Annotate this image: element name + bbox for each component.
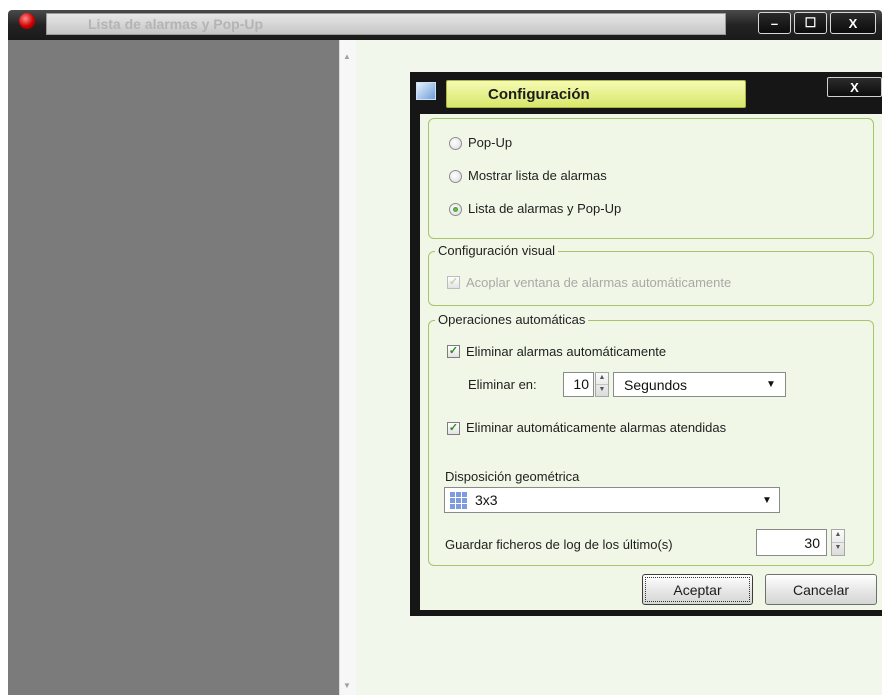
vertical-scrollbar[interactable] — [339, 40, 356, 695]
auto-delete-attended-label[interactable]: Eliminar automáticamente alarmas atendid… — [466, 420, 726, 436]
delete-in-unit-select[interactable]: Segundos — [613, 372, 786, 397]
log-files-value-field[interactable]: 30 — [756, 529, 827, 556]
scroll-down-icon[interactable]: ▼ — [343, 681, 351, 690]
radio-alarm-list-and-popup-label[interactable]: Lista de alarmas y Pop-Up — [468, 201, 621, 217]
window-title: Lista de alarmas y Pop-Up — [88, 16, 264, 32]
radio-alarm-list-and-popup[interactable] — [449, 203, 462, 216]
delete-in-label: Eliminar en: — [468, 377, 537, 392]
layout-select[interactable]: 3x3 — [444, 487, 780, 513]
radio-show-alarm-list-label[interactable]: Mostrar lista de alarmas — [468, 168, 607, 184]
accept-button[interactable]: Aceptar — [642, 574, 753, 605]
grid-icon — [450, 492, 467, 509]
radio-popup[interactable] — [449, 137, 462, 150]
delete-in-unit-value: Segundos — [624, 377, 688, 393]
dialog-title: Configuración — [488, 86, 590, 103]
app-icon[interactable] — [19, 13, 35, 29]
spin-up-icon[interactable]: ▲ — [596, 373, 608, 385]
log-spin-down-icon[interactable]: ▼ — [832, 543, 844, 556]
auto-delete-attended-checkbox[interactable]: ✓ — [447, 422, 460, 435]
delete-in-spinner[interactable]: ▲ ▼ — [595, 372, 609, 397]
minimize-button[interactable]: – — [758, 12, 791, 34]
dialog-icon — [416, 82, 436, 100]
cancel-button[interactable]: Cancelar — [765, 574, 877, 605]
dock-window-label: Acoplar ventana de alarmas automáticamen… — [466, 275, 732, 290]
dialog-close-button[interactable]: X — [827, 77, 882, 97]
close-button[interactable]: X — [830, 12, 876, 34]
chevron-down-icon[interactable]: ▼ — [766, 379, 776, 390]
layout-chevron-down-icon[interactable]: ▼ — [762, 495, 772, 506]
dock-window-checkbox[interactable]: ✓ — [447, 276, 460, 289]
log-files-label: Guardar ficheros de log de los último(s) — [445, 537, 673, 552]
log-files-spinner[interactable]: ▲ ▼ — [831, 529, 845, 556]
radio-popup-label[interactable]: Pop-Up — [468, 135, 512, 151]
spin-down-icon[interactable]: ▼ — [596, 385, 608, 397]
auto-delete-label[interactable]: Eliminar alarmas automáticamente — [466, 344, 666, 360]
left-panel — [8, 40, 339, 695]
visual-config-legend: Configuración visual — [435, 243, 559, 259]
radio-show-alarm-list[interactable] — [449, 170, 462, 183]
auto-operations-legend: Operaciones automáticas — [435, 312, 589, 328]
log-spin-up-icon[interactable]: ▲ — [832, 530, 844, 543]
layout-value: 3x3 — [475, 492, 498, 508]
scroll-up-icon[interactable]: ▲ — [343, 52, 351, 61]
delete-in-value-field[interactable]: 10 — [563, 372, 594, 397]
layout-label: Disposición geométrica — [445, 469, 580, 484]
maximize-button[interactable]: ☐ — [794, 12, 827, 34]
auto-delete-checkbox[interactable]: ✓ — [447, 345, 460, 358]
